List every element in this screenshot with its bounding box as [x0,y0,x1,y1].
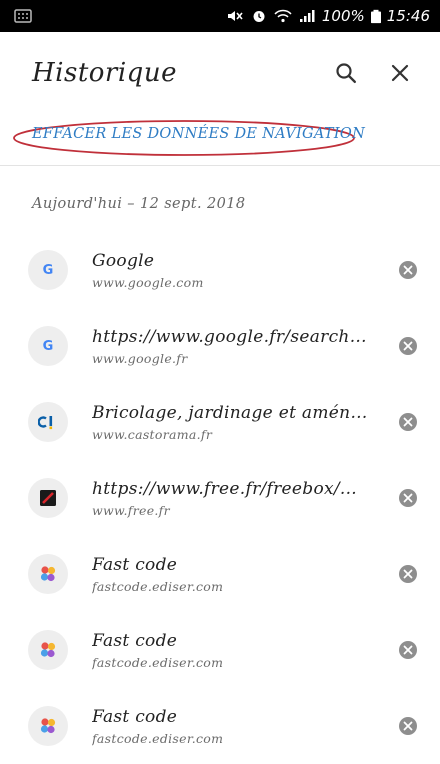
item-url: fastcode.ediser.com [92,730,224,746]
item-url: www.castorama.fr [92,426,213,442]
status-bar: 100% 15:46 [0,0,440,32]
toolbar: Historique [0,32,440,114]
item-url: www.google.com [92,274,204,290]
google-favicon-icon: G [28,326,68,366]
item-title: https://www.free.fr/freebox/... [92,478,358,499]
search-icon [336,63,356,83]
mute-icon [227,11,243,21]
list-item[interactable]: Fast code fastcode.ediser.com [0,536,440,612]
gallery-icon [14,9,32,23]
list-item[interactable]: Fast code fastcode.ediser.com [0,688,440,764]
status-right: 100% 15:46 [226,7,430,25]
remove-item-icon[interactable] [398,640,418,660]
search-button[interactable] [324,51,368,95]
list-item[interactable]: G https://www.google.fr/search?... www.g… [0,308,440,384]
item-title: Bricolage, jardinage et aména... [92,402,374,423]
fastcode-favicon-icon [28,554,68,594]
list-item[interactable]: Bricolage, jardinage et aména... www.cas… [0,384,440,460]
wifi-icon [274,9,292,23]
fastcode-logo-icon [40,718,56,734]
item-url: www.free.fr [92,502,170,518]
close-button[interactable] [378,51,422,95]
item-text: Fast code fastcode.ediser.com [92,555,374,594]
list-item[interactable]: G Google www.google.com [0,232,440,308]
item-url: www.google.fr [92,350,188,366]
clear-browsing-data-button[interactable]: EFFACER LES DONNÉES DE NAVIGATION [32,126,365,142]
alarm-icon [253,11,265,22]
item-title: Fast code [92,630,178,651]
remove-item-icon[interactable] [398,412,418,432]
status-left [14,9,32,23]
item-title: Fast code [92,706,178,727]
remove-item-icon[interactable] [398,716,418,736]
item-text: Fast code fastcode.ediser.com [92,707,374,746]
google-favicon-icon: G [28,250,68,290]
list-item[interactable]: Fast code fastcode.ediser.com [0,612,440,688]
item-url: fastcode.ediser.com [92,654,224,670]
remove-item-icon[interactable] [398,260,418,280]
history-list: G Google www.google.com G https://www.go… [0,232,440,764]
fastcode-favicon-icon [28,706,68,746]
signal-icon [299,10,315,22]
item-url: fastcode.ediser.com [92,578,224,594]
clock: 15:46 [386,7,430,25]
free-logo-icon [40,490,56,506]
item-text: https://www.google.fr/search?... www.goo… [92,327,374,366]
battery-icon [370,9,381,23]
list-item[interactable]: https://www.free.fr/freebox/... www.free… [0,460,440,536]
item-text: Fast code fastcode.ediser.com [92,631,374,670]
fastcode-logo-icon [40,642,56,658]
fastcode-logo-icon [40,566,56,582]
item-text: https://www.free.fr/freebox/... www.free… [92,479,374,518]
close-icon [391,64,409,82]
castorama-favicon-icon [28,402,68,442]
remove-item-icon[interactable] [398,564,418,584]
remove-item-icon[interactable] [398,488,418,508]
item-title: https://www.google.fr/search?... [92,326,374,347]
free-favicon-icon [28,478,68,518]
remove-item-icon[interactable] [398,336,418,356]
battery-percent: 100% [321,7,365,25]
item-text: Google www.google.com [92,251,374,290]
item-title: Google [92,250,155,271]
item-title: Fast code [92,554,178,575]
fastcode-favicon-icon [28,630,68,670]
clear-data-section: EFFACER LES DONNÉES DE NAVIGATION [0,114,440,166]
page-title: Historique [32,58,177,88]
item-text: Bricolage, jardinage et aména... www.cas… [92,403,374,442]
date-header: Aujourd'hui – 12 sept. 2018 [32,196,246,212]
castorama-logo-icon [38,416,53,430]
